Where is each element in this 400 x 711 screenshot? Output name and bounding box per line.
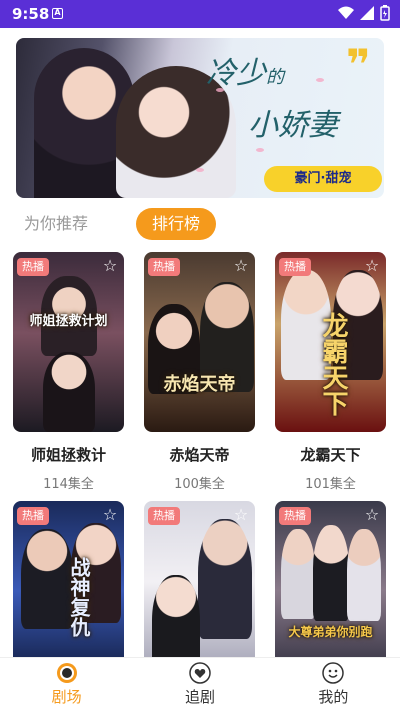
- nav-item-profile[interactable]: 我的: [267, 658, 400, 711]
- drama-card[interactable]: 师姐拯救计划 热播 ☆ 师姐拯救计 114集全: [13, 252, 124, 492]
- poster-title: 师姐拯救计划: [29, 314, 108, 329]
- tab-recommended[interactable]: 为你推荐: [24, 208, 88, 240]
- episode-count: 101集全: [305, 477, 356, 492]
- hot-badge: 热播: [148, 258, 180, 276]
- petal-decoration: [196, 168, 204, 172]
- theater-icon: [56, 663, 77, 683]
- favorite-star-icon[interactable]: ☆: [232, 506, 250, 524]
- drama-poster: 大尊弟弟你别跑 热播 ☆: [275, 501, 386, 681]
- drama-poster: 战神复仇 热播 ☆: [13, 501, 124, 681]
- status-bar: 9:58 A: [0, 0, 400, 28]
- drama-title: 赤焰天帝: [169, 446, 230, 464]
- nav-item-follow[interactable]: 追剧: [133, 658, 266, 711]
- hot-badge: 热播: [279, 258, 311, 276]
- favorite-star-icon[interactable]: ☆: [363, 506, 381, 524]
- drama-card[interactable]: 赤焰天帝 热播 ☆ 赤焰天帝 100集全: [144, 252, 255, 492]
- episode-count: 114集全: [43, 477, 94, 492]
- status-icons: [338, 5, 390, 21]
- poster-title: 龙霸天下: [318, 312, 348, 416]
- drama-title: 师姐拯救计: [30, 446, 106, 464]
- favorite-star-icon[interactable]: ☆: [363, 257, 381, 275]
- content-tabs: 为你推荐 排行榜: [16, 206, 384, 242]
- bottom-nav: 剧场 追剧 我的: [0, 657, 400, 711]
- petal-decoration: [316, 78, 324, 82]
- battery-icon: [380, 5, 390, 21]
- drama-title: 龙霸天下: [300, 446, 361, 464]
- banner-title-line2: 小娇妻: [248, 108, 338, 143]
- petal-decoration: [256, 148, 264, 152]
- drama-card[interactable]: 战神复仇 热播 ☆: [13, 501, 124, 681]
- poster-title: 战神复仇: [67, 557, 91, 637]
- nav-label: 剧场: [51, 688, 82, 706]
- drama-poster: 师姐拯救计划 热播 ☆: [13, 252, 124, 432]
- poster-title: 大尊弟弟你别跑: [288, 625, 373, 639]
- nav-item-theater[interactable]: 剧场: [0, 658, 133, 711]
- status-time: 9:58: [12, 5, 50, 23]
- drama-poster: 龙霸天下 热播 ☆: [275, 252, 386, 432]
- hot-badge: 热播: [279, 507, 311, 525]
- featured-banner[interactable]: 冷少的 ❞ 小娇妻 豪门·甜宠: [16, 38, 384, 198]
- banner-title-line1: 冷少的: [206, 56, 284, 91]
- drama-card[interactable]: 热播 ☆: [144, 501, 255, 681]
- wifi-icon: [338, 6, 354, 19]
- episode-count: 100集全: [174, 477, 225, 492]
- favorite-star-icon[interactable]: ☆: [232, 257, 250, 275]
- hot-badge: 热播: [17, 258, 49, 276]
- profile-icon: [322, 662, 345, 684]
- favorite-star-icon[interactable]: ☆: [101, 506, 119, 524]
- notification-icon: A: [52, 8, 63, 19]
- hot-badge: 热播: [148, 507, 180, 525]
- drama-poster: 热播 ☆: [144, 501, 255, 681]
- hot-badge: 热播: [17, 507, 49, 525]
- poster-title: 赤焰天帝: [163, 374, 236, 395]
- quote-mark: ❞: [346, 40, 371, 89]
- banner-genre-tag: 豪门·甜宠: [264, 166, 382, 192]
- heart-icon: [189, 662, 211, 684]
- drama-poster: 赤焰天帝 热播 ☆: [144, 252, 255, 432]
- drama-card[interactable]: 大尊弟弟你别跑 热播 ☆: [275, 501, 386, 681]
- signal-icon: [360, 6, 374, 20]
- favorite-star-icon[interactable]: ☆: [101, 257, 119, 275]
- tab-ranking[interactable]: 排行榜: [136, 208, 216, 240]
- nav-label: 我的: [318, 688, 349, 706]
- nav-label: 追剧: [184, 688, 215, 706]
- drama-card[interactable]: 龙霸天下 热播 ☆ 龙霸天下 101集全: [275, 252, 386, 492]
